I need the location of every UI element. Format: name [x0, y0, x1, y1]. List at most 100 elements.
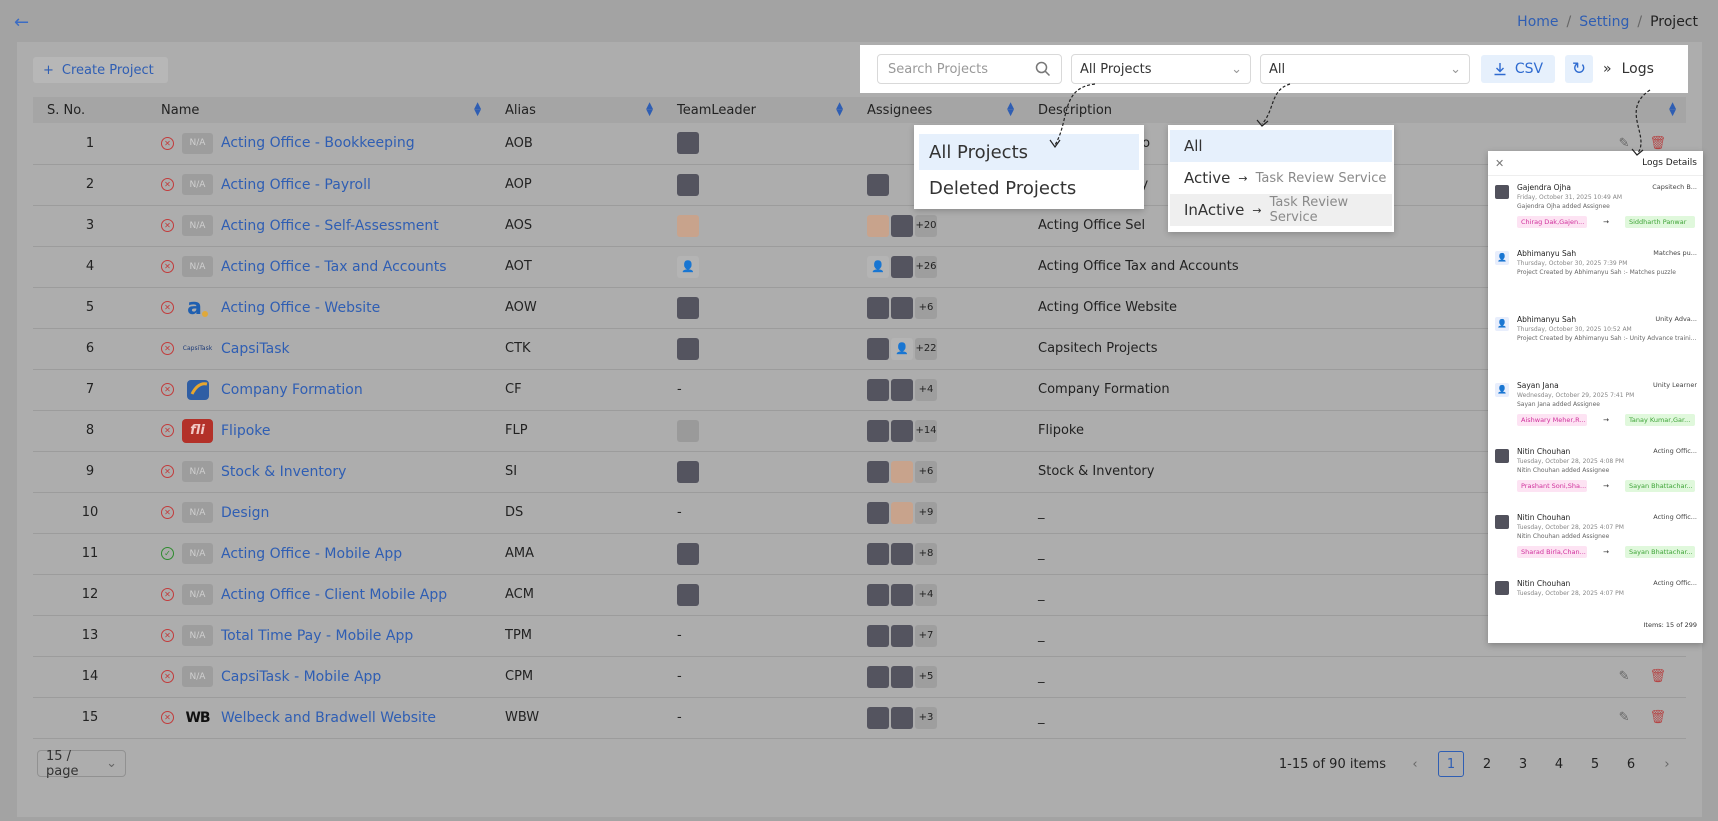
delete-icon[interactable]: 🗑 — [1649, 669, 1666, 684]
delete-icon[interactable]: 🗑 — [1649, 710, 1666, 725]
project-logo: N/A — [182, 625, 213, 646]
option-all-projects[interactable]: All Projects — [919, 134, 1139, 170]
project-name-link[interactable]: Company Formation — [221, 382, 363, 398]
assignees-more-badge[interactable]: +7 — [915, 624, 937, 647]
page-size-select[interactable]: 15 / page ⌄ — [37, 749, 126, 779]
project-filter-select[interactable]: All Projects ⌄ — [1071, 54, 1251, 84]
sort-icon[interactable]: ▲ ▼ — [1007, 102, 1014, 118]
project-name-link[interactable]: Acting Office - Payroll — [221, 177, 371, 193]
assignees-more-badge[interactable]: +3 — [915, 706, 937, 729]
arrow-right-icon: → — [1603, 482, 1609, 490]
prev-page-icon[interactable]: ‹ — [1402, 757, 1428, 772]
project-name-link[interactable]: Acting Office - Tax and Accounts — [221, 259, 447, 275]
arrow-right-icon: → — [1238, 171, 1248, 185]
project-name-link[interactable]: CapsiTask — [221, 341, 290, 357]
project-name-link[interactable]: Stock & Inventory — [221, 464, 346, 480]
avatar — [677, 460, 699, 483]
option-active[interactable]: Active → Task Review Service — [1170, 162, 1392, 194]
log-project: Matches pu... — [1653, 249, 1697, 257]
refresh-button[interactable]: ↻ — [1565, 55, 1593, 83]
breadcrumb-setting[interactable]: Setting — [1579, 14, 1629, 30]
close-icon[interactable]: ✕ — [1495, 157, 1504, 170]
option-all[interactable]: All — [1170, 130, 1392, 162]
search-input[interactable]: Search Projects — [877, 54, 1062, 84]
sort-icon[interactable]: ▲ ▼ — [836, 102, 843, 118]
back-arrow-icon[interactable]: ← — [14, 12, 29, 33]
col-assignees[interactable]: Assignees ▲ ▼ — [853, 97, 1024, 123]
page-6[interactable]: 6 — [1618, 751, 1644, 777]
assignees-more-badge[interactable]: +8 — [915, 542, 937, 565]
project-name-cell: ✕ a Acting Office - Website — [147, 287, 491, 329]
serial-number: 8 — [33, 410, 147, 452]
team-leader-cell — [663, 164, 853, 206]
status-filter-select[interactable]: All ⌄ — [1260, 54, 1470, 84]
serial-number: 9 — [33, 451, 147, 493]
team-leader-cell — [663, 123, 853, 165]
assignees-more-badge[interactable]: +9 — [915, 501, 937, 524]
log-date: Thursday, October 30, 2025 10:52 AM — [1517, 326, 1632, 333]
col-alias[interactable]: Alias ▲ ▼ — [491, 97, 663, 123]
serial-number: 7 — [33, 369, 147, 411]
arrow-right-icon: → — [1603, 416, 1609, 424]
page-5[interactable]: 5 — [1582, 751, 1608, 777]
edit-icon[interactable]: ✎ — [1619, 710, 1630, 725]
assignees-more-badge[interactable]: +4 — [915, 583, 937, 606]
project-name-link[interactable]: Acting Office - Self-Assessment — [221, 218, 439, 234]
col-name[interactable]: Name ▲ ▼ — [147, 97, 491, 123]
project-name-cell: ✕ N/A Stock & Inventory — [147, 451, 491, 493]
delete-icon[interactable]: 🗑 — [1649, 136, 1666, 151]
assignees-more-badge[interactable]: +26 — [915, 255, 937, 278]
create-project-button[interactable]: + Create Project — [33, 57, 168, 83]
assignees-more-badge[interactable]: +5 — [915, 665, 937, 688]
page-2[interactable]: 2 — [1474, 751, 1500, 777]
project-name-link[interactable]: Acting Office - Bookkeeping — [221, 135, 415, 151]
assignees-cell: +8 — [853, 533, 1024, 575]
page-3[interactable]: 3 — [1510, 751, 1536, 777]
project-logo: N/A — [182, 132, 213, 154]
assignees-more-badge[interactable]: +6 — [915, 460, 937, 483]
option-deleted-projects[interactable]: Deleted Projects — [919, 170, 1139, 206]
assignees-more-badge[interactable]: +20 — [915, 214, 937, 237]
assignees-more-badge[interactable]: +22 — [915, 337, 937, 360]
assignees-more-badge[interactable]: +14 — [915, 419, 937, 442]
project-name-link[interactable]: Total Time Pay - Mobile App — [221, 628, 413, 644]
assignees-more-badge[interactable]: +4 — [915, 378, 937, 401]
page-4[interactable]: 4 — [1546, 751, 1572, 777]
assignees-cell: 👤 +22 — [853, 328, 1024, 370]
sort-icon[interactable]: ▲ ▼ — [1669, 102, 1676, 118]
sort-icon[interactable]: ▲ ▼ — [646, 102, 653, 118]
project-name-link[interactable]: Acting Office - Website — [221, 300, 380, 316]
table-row: 9 ✕ N/A Stock & Inventory SI +6 Stock & In… — [33, 451, 1686, 493]
double-chevron-right-icon: » — [1603, 61, 1612, 77]
project-name-link[interactable]: Welbeck and Bradwell Website — [221, 710, 436, 726]
project-logo: N/A — [182, 461, 213, 482]
avatar — [677, 214, 699, 237]
col-description[interactable]: Description ▲ ▼ — [1024, 97, 1686, 123]
breadcrumb: Home / Setting / Project — [1517, 14, 1698, 30]
team-leader-cell: - — [663, 492, 853, 534]
log-date: Friday, October 31, 2025 10:49 AM — [1517, 194, 1623, 201]
assignees-cell: 👤 +26 — [853, 246, 1024, 288]
next-page-icon[interactable]: › — [1654, 757, 1680, 772]
avatar — [891, 706, 913, 729]
edit-icon[interactable]: ✎ — [1619, 669, 1630, 684]
project-name-link[interactable]: Acting Office - Mobile App — [221, 546, 402, 562]
project-name-link[interactable]: Acting Office - Client Mobile App — [221, 587, 447, 603]
edit-icon[interactable]: ✎ — [1619, 136, 1630, 151]
project-name-cell: ✕ Company Formation — [147, 369, 491, 411]
refresh-icon: ↻ — [1571, 59, 1587, 79]
log-change: Aishwary Meher,R... → Tanay Kumar,Gar... — [1517, 414, 1697, 426]
status-active-icon: ✓ — [161, 547, 174, 560]
project-name-link[interactable]: Design — [221, 505, 269, 521]
csv-button[interactable]: CSV — [1481, 55, 1555, 83]
breadcrumb-home[interactable]: Home — [1517, 14, 1558, 30]
project-name-link[interactable]: CapsiTask - Mobile App — [221, 669, 381, 685]
option-inactive[interactable]: InActive → Task Review Service — [1170, 194, 1392, 226]
logs-button[interactable]: » Logs — [1603, 61, 1654, 77]
page-1[interactable]: 1 — [1438, 751, 1464, 777]
alias-cell: DS — [491, 492, 663, 534]
project-name-link[interactable]: Flipoke — [221, 423, 271, 439]
sort-icon[interactable]: ▲ ▼ — [474, 102, 481, 118]
assignees-more-badge[interactable]: +6 — [915, 296, 937, 319]
col-teamleader[interactable]: TeamLeader ▲ ▼ — [663, 97, 853, 123]
